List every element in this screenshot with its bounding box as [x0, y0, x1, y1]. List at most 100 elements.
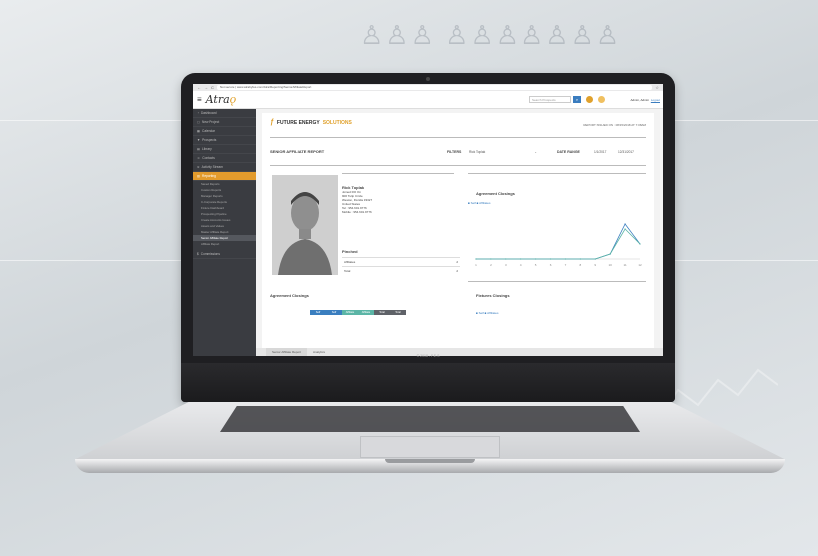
- sidebar-item-dashboard[interactable]: ◔ Dashboard: [193, 109, 256, 118]
- table-row: Affiliates 2: [342, 257, 460, 266]
- date-from[interactable]: 1/1/2017: [594, 150, 606, 154]
- pinched-table: Pinched Affiliates 2 Total 2: [342, 249, 460, 275]
- activity-icon: ≋: [197, 165, 200, 169]
- book-icon: ▤: [197, 147, 201, 151]
- sidebar-item-reporting[interactable]: ▥ Reporting: [193, 172, 256, 181]
- divider: [468, 173, 646, 174]
- sidebar-item-label: Commissions: [200, 252, 220, 256]
- data-point: [579, 258, 581, 260]
- sidebar-item-label: Prospects: [202, 138, 217, 142]
- star-icon[interactable]: ☆: [655, 85, 659, 90]
- app-header: ≡ Atraǫ Search Prospects ⌕ Admin, Admin …: [193, 91, 663, 109]
- divider: [270, 165, 646, 166]
- settings-icon[interactable]: [598, 96, 605, 103]
- agreement-closings-title: Agreement Closings: [476, 191, 515, 196]
- x-tick-label: 5: [535, 263, 537, 267]
- app-logo[interactable]: Atraǫ: [206, 93, 237, 106]
- logo-swoosh-icon: ǫ: [229, 93, 237, 106]
- data-point: [505, 258, 507, 260]
- x-tick-label: 6: [550, 263, 552, 267]
- file-icon: ▢: [197, 120, 201, 124]
- sidebar-item-label: Library: [202, 147, 212, 151]
- row-label: Total: [344, 269, 351, 273]
- main-content: ƒ FUTURE ENERGY SOLUTIONS REPORT ISSUED …: [256, 109, 663, 356]
- contact-line: Mobile : 954.601.9776: [342, 210, 372, 214]
- data-point: [594, 258, 596, 260]
- sidebar-item-library[interactable]: ▤ Library: [193, 145, 256, 154]
- sidebar-item-label: Reporting: [202, 174, 216, 178]
- divider: [468, 281, 646, 282]
- agreement-closings-chart: ■ Self ■ Affiliates 1 2 3 4 5 6 7 8 9 10 11 12: [468, 201, 646, 287]
- users-icon: ☺: [197, 156, 201, 160]
- x-tick-label: 8: [580, 263, 582, 267]
- sidebar-item-label: Dashboard: [200, 111, 217, 115]
- data-point: [475, 258, 477, 260]
- back-icon[interactable]: ←: [197, 85, 201, 90]
- laptop-chin: [181, 363, 675, 402]
- column-header: Affiliate: [358, 310, 374, 315]
- row-value: 2: [456, 269, 458, 273]
- data-point: [609, 253, 611, 255]
- reload-icon[interactable]: C: [211, 85, 214, 90]
- sidebar-item-new-project[interactable]: ▢ New Project: [193, 118, 256, 127]
- sidebar-subitem[interactable]: Affiliate Report: [193, 241, 256, 247]
- browser-toolbar: ← → C Not secure | www.atrabyfes.com/Atr…: [193, 84, 663, 91]
- user-menu[interactable]: Admin, Admin: [630, 98, 649, 102]
- date-to[interactable]: 12/31/2017: [618, 150, 634, 154]
- background-people-graphic: ♙♙♙♙: [520, 20, 622, 50]
- laptop-notch: [385, 459, 475, 463]
- search-input[interactable]: Search Prospects: [529, 96, 571, 103]
- chevron-down-icon: ⌄: [534, 150, 537, 154]
- brand-name: FUTURE ENERGY: [276, 119, 320, 126]
- report-title: SENIOR AFFILIATE REPORT: [270, 149, 325, 154]
- sidebar-item-contacts[interactable]: ☺ Contacts: [193, 154, 256, 163]
- forward-icon[interactable]: →: [204, 85, 208, 90]
- data-point: [564, 258, 567, 260]
- x-tick-label: 12: [638, 263, 642, 267]
- menu-icon[interactable]: ≡: [197, 95, 202, 104]
- sidebar-item-label: Contacts: [202, 156, 215, 160]
- brand-logo-icon: ƒ: [270, 119, 274, 126]
- sidebar-item-prospects[interactable]: ▼ Prospects: [193, 136, 256, 145]
- sidebar-item-commissions[interactable]: $ Commissions: [193, 250, 256, 259]
- laptop-base: [75, 402, 785, 480]
- profile-photo: [272, 175, 338, 275]
- x-tick-label: 3: [505, 263, 507, 267]
- search-icon: ⌕: [575, 97, 579, 102]
- money-icon: $: [197, 252, 199, 256]
- person-portrait-icon: [272, 175, 338, 275]
- filter-select[interactable]: Rick Toplak ⌄: [469, 150, 539, 154]
- fixtures-closings-title: Fixtures Closings: [476, 293, 510, 298]
- logout-link[interactable]: Logout: [651, 98, 660, 102]
- data-point: [624, 223, 626, 225]
- report-issued-text: REPORT ISSUED ON : 08/15/2018 AT 7:08AM: [583, 123, 646, 127]
- column-header: Self: [326, 310, 342, 315]
- data-point: [639, 243, 641, 245]
- trackpad: [360, 436, 500, 458]
- filters-label: FILTERS: [447, 150, 462, 154]
- pinched-title: Pinched: [342, 249, 358, 254]
- divider: [270, 137, 646, 138]
- url-text: www.atrabyfes.com/Atra/Reporting/SeniorA…: [236, 85, 312, 89]
- security-label: Not secure: [219, 85, 235, 89]
- fixtures-legend: ■ Self ■ Affiliates: [476, 311, 499, 315]
- sidebar-item-label: Calendar: [202, 129, 215, 133]
- column-header: Total: [390, 310, 406, 315]
- x-tick-label: 1: [475, 263, 477, 267]
- column-header: Self: [310, 310, 326, 315]
- contact-info: Rick Toplak Joined RO On 900 Tulip Circl…: [342, 186, 372, 215]
- search-button[interactable]: ⌕: [573, 96, 581, 103]
- legend-item: Self: [478, 311, 484, 315]
- line-chart-svg: 1 2 3 4 5 6 7 8 9 10 11 12: [475, 223, 642, 267]
- address-bar[interactable]: Not secure | www.atrabyfes.com/Atra/Repo…: [216, 85, 653, 90]
- filter-value: Rick Toplak: [469, 150, 486, 154]
- sidebar-item-activity-stream[interactable]: ≋ Activity Stream: [193, 163, 256, 172]
- laptop-screen-bezel: ← → C Not secure | www.atrabyfes.com/Atr…: [181, 73, 675, 402]
- row-label: Affiliates: [344, 260, 356, 264]
- x-tick-label: 9: [594, 263, 596, 267]
- dashboard-icon: ◔: [197, 111, 199, 115]
- column-header: Total: [374, 310, 390, 315]
- notifications-icon[interactable]: [586, 96, 593, 103]
- sidebar-item-calendar[interactable]: ▦ Calendar: [193, 127, 256, 136]
- copyright-text: © 2018 - F.E.S: [416, 354, 440, 358]
